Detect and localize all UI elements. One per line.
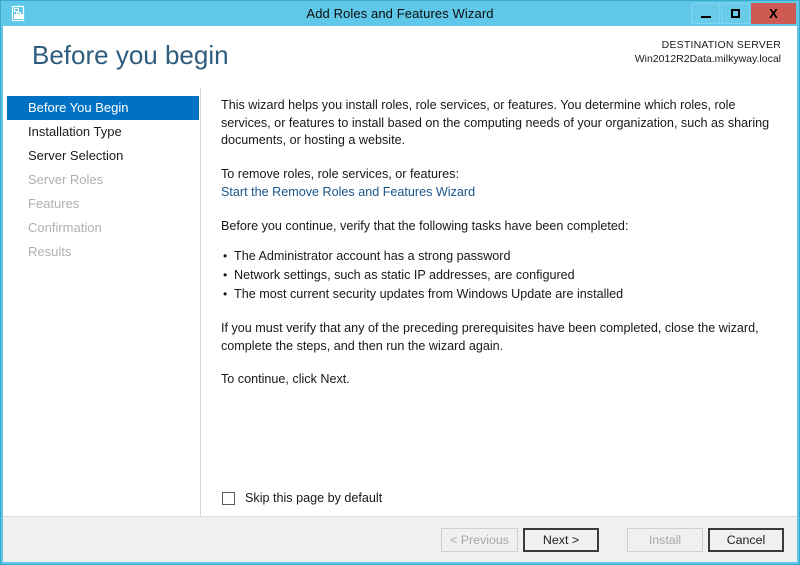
previous-button: < Previous bbox=[441, 527, 518, 552]
title-bar: Add Roles and Features Wizard X bbox=[1, 1, 799, 26]
maximize-button[interactable] bbox=[721, 3, 750, 24]
nav-item-features: Features bbox=[28, 196, 80, 211]
destination-server-block: DESTINATION SERVER Win2012R2Data.milkywa… bbox=[635, 38, 781, 66]
remove-prompt: To remove roles, role services, or featu… bbox=[221, 166, 459, 181]
install-button: Install bbox=[627, 527, 703, 552]
task-list-item: The Administrator account has a strong p… bbox=[221, 247, 783, 266]
verify-heading: Before you continue, verify that the fol… bbox=[221, 218, 629, 233]
page-title: Before you begin bbox=[32, 40, 229, 70]
minimize-icon bbox=[700, 15, 711, 18]
minimize-button[interactable] bbox=[691, 3, 720, 24]
prerequisite-note: If you must verify that any of the prece… bbox=[221, 321, 759, 353]
nav-item-before-you-begin[interactable]: Before You Begin bbox=[7, 96, 199, 120]
content-pane: This wizard helps you install roles, rol… bbox=[201, 88, 797, 516]
window-title: Add Roles and Features Wizard bbox=[306, 6, 494, 21]
close-button[interactable]: X bbox=[751, 3, 796, 24]
page-header: Before you begin DESTINATION SERVER Win2… bbox=[3, 26, 797, 88]
task-list: The Administrator account has a strong p… bbox=[221, 247, 783, 304]
nav-item-server-roles: Server Roles bbox=[28, 172, 104, 187]
intro-paragraph: This wizard helps you install roles, rol… bbox=[221, 98, 770, 147]
task-list-item: The most current security updates from W… bbox=[221, 285, 783, 304]
maximize-icon bbox=[731, 9, 740, 18]
next-button[interactable]: Next > bbox=[523, 527, 599, 552]
skip-page-row[interactable]: Skip this page by default bbox=[222, 491, 382, 505]
nav-item-server-selection[interactable]: Server Selection bbox=[7, 144, 199, 168]
destination-server-value: Win2012R2Data.milkyway.local bbox=[634, 53, 781, 65]
nav-item-confirmation: Confirmation bbox=[28, 220, 102, 235]
destination-server-label: DESTINATION SERVER bbox=[661, 39, 781, 51]
remove-roles-wizard-link[interactable]: Start the Remove Roles and Features Wiza… bbox=[221, 184, 475, 202]
continue-note: To continue, click Next. bbox=[221, 372, 350, 386]
task-list-item: Network settings, such as static IP addr… bbox=[221, 266, 783, 285]
server-features-icon bbox=[10, 5, 27, 22]
nav-item-results: Results bbox=[28, 244, 72, 259]
wizard-nav: Before You Begin Installation Type Serve… bbox=[3, 88, 201, 516]
client-area: Before you begin DESTINATION SERVER Win2… bbox=[3, 26, 797, 562]
skip-page-checkbox[interactable] bbox=[222, 491, 235, 505]
nav-item-installation-type[interactable]: Installation Type bbox=[7, 120, 199, 144]
wizard-window: Add Roles and Features Wizard X Before y… bbox=[0, 0, 800, 565]
body-area: Before You Begin Installation Type Serve… bbox=[3, 88, 797, 516]
window-controls: X bbox=[690, 3, 796, 24]
cancel-button[interactable]: Cancel bbox=[708, 527, 784, 552]
wizard-footer: < Previous Next > Install Cancel bbox=[3, 516, 797, 562]
skip-page-label: Skip this page by default bbox=[245, 491, 383, 505]
